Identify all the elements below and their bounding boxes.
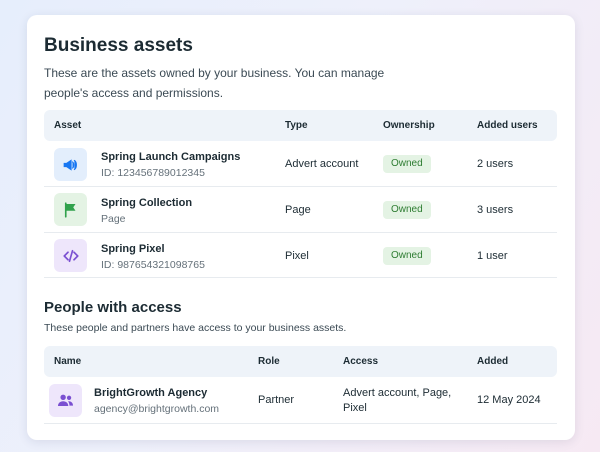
code-icon <box>54 239 87 272</box>
added-users-count[interactable]: 2 users <box>477 158 513 170</box>
column-header-type: Type <box>285 120 308 131</box>
added-users-count[interactable]: 1 user <box>477 250 508 262</box>
partner-role: Partner <box>258 394 295 406</box>
table-row[interactable]: BrightGrowth Agency agency@brightgrowth.… <box>44 377 557 424</box>
asset-type: Pixel <box>285 250 309 262</box>
megaphone-icon <box>54 148 87 181</box>
column-header-ownership: Ownership <box>383 120 435 131</box>
flag-icon <box>54 193 87 226</box>
status-badge: Owned <box>383 155 431 173</box>
asset-type: Page <box>285 204 311 216</box>
added-date: 12 May 2024 <box>477 394 541 406</box>
people-table-header: Name Role Access Added <box>44 346 557 377</box>
section-description: These people and partners have access to… <box>44 322 347 334</box>
status-badge: Owned <box>383 247 431 265</box>
asset-id: Page <box>101 213 126 225</box>
business-assets-card: Business assets These are the assets own… <box>27 15 575 440</box>
page-description: These are the assets owned by your busin… <box>44 66 385 100</box>
table-row[interactable]: Spring Pixel ID: 987654321098765 Pixel O… <box>44 233 557 278</box>
asset-id: ID: 123456789012345 <box>101 167 205 179</box>
table-row[interactable]: Spring Collection Page Page Owned 3 user… <box>44 187 557 233</box>
column-header-name: Name <box>54 356 82 367</box>
table-row[interactable]: Spring Launch Campaigns ID: 123456789012… <box>44 141 557 187</box>
column-header-added-users: Added users <box>477 120 538 131</box>
column-header-role: Role <box>258 356 280 367</box>
column-header-asset: Asset <box>54 120 82 131</box>
asset-name[interactable]: Spring Launch Campaigns <box>101 151 240 163</box>
status-badge: Owned <box>383 201 431 219</box>
access-list-line2: Pixel <box>343 402 367 414</box>
column-header-added: Added <box>477 356 509 367</box>
added-users-count[interactable]: 3 users <box>477 204 513 216</box>
assets-table-header: Asset Type Ownership Added users <box>44 110 557 141</box>
asset-type: Advert account <box>285 158 359 170</box>
section-title: People with access <box>44 299 182 316</box>
partner-email: agency@brightgrowth.com <box>94 403 220 415</box>
access-list-line1: Advert account, Page, <box>343 387 452 399</box>
asset-name[interactable]: Spring Collection <box>101 197 192 209</box>
people-icon <box>49 384 82 417</box>
asset-name[interactable]: Spring Pixel <box>101 243 165 255</box>
page-title: Business assets <box>44 35 193 56</box>
column-header-access: Access <box>343 356 379 367</box>
asset-id: ID: 987654321098765 <box>101 259 205 271</box>
partner-name[interactable]: BrightGrowth Agency <box>94 387 207 399</box>
